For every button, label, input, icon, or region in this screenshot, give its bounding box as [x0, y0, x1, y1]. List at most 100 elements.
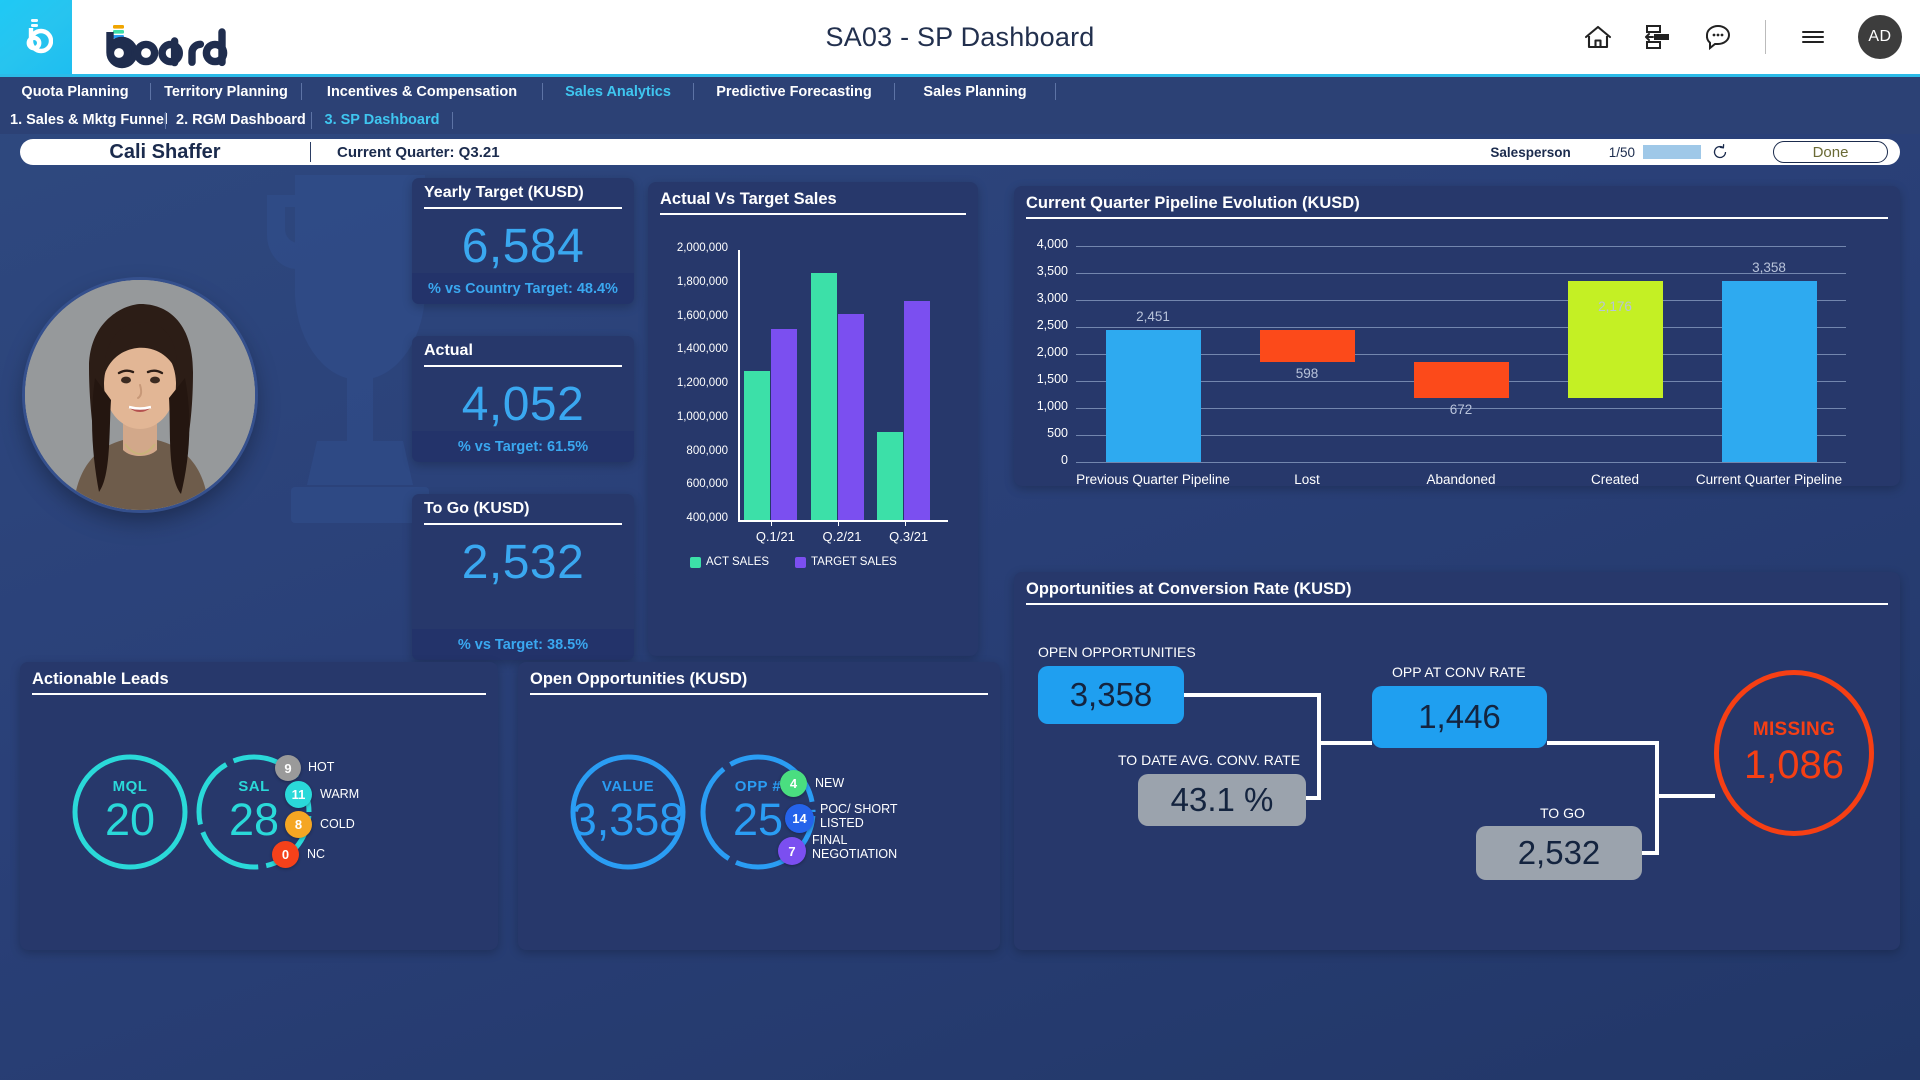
nav-secondary: 1. Sales & Mktg Funnel 2. RGM Dashboard … — [0, 106, 1920, 134]
bar[interactable] — [744, 370, 770, 520]
gridline — [1076, 246, 1846, 247]
donut-value-open-opportunities[interactable]: VALUE 3,358 — [566, 750, 690, 874]
kpi-card-actual: Actual 4,052 % vs Target: 61.5% — [412, 336, 634, 462]
legend-item[interactable]: ACT SALES — [690, 556, 769, 568]
y-axis-tick-label: 3,000 — [1036, 291, 1068, 305]
nav-item-sales-planning[interactable]: Sales Planning — [895, 84, 1055, 100]
y-axis-tick-label: 500 — [1047, 426, 1068, 440]
nav-divider — [452, 111, 453, 129]
waterfall-bar[interactable] — [1259, 329, 1355, 362]
opp-bubble-label-final-negotiation: FINAL NEGOTIATION — [812, 833, 930, 863]
bar[interactable] — [877, 432, 904, 520]
missing-indicator: MISSING 1,086 — [1714, 670, 1874, 836]
y-axis-tick-label: 600,000 — [686, 478, 728, 491]
donut-value: 20 — [104, 794, 156, 845]
selection-progress-bar[interactable] — [1643, 145, 1701, 159]
flow-box-open-opportunities[interactable]: 3,358 — [1038, 666, 1184, 724]
bar-value-label: 3,358 — [1752, 259, 1786, 275]
nav-item-predictive-forecasting[interactable]: Predictive Forecasting — [694, 84, 894, 100]
flow-box-opp-at-conv-rate[interactable]: 1,446 — [1372, 686, 1547, 748]
waterfall-bar[interactable] — [1567, 280, 1663, 399]
selection-position: 1/50 — [1608, 144, 1635, 160]
opp-bubble-label-line2: LISTED — [820, 816, 864, 830]
y-axis-tick-label: 2,000 — [1036, 345, 1068, 359]
done-button[interactable]: Done — [1773, 141, 1888, 163]
nav-item-incentives-compensation[interactable]: Incentives & Compensation — [302, 84, 542, 100]
avatar[interactable]: AD — [1858, 15, 1902, 59]
top-bar: SA03 - SP Dashboard AD — [0, 0, 1920, 74]
y-axis-tick-label: 0 — [1061, 453, 1068, 467]
y-axis-tick-label: 2,500 — [1036, 318, 1068, 332]
opp-bubble-label-line2: NEGOTIATION — [812, 847, 898, 861]
x-axis-tick — [904, 520, 906, 526]
bar[interactable] — [904, 300, 931, 520]
layout-panel-icon[interactable] — [1641, 20, 1675, 54]
y-axis-tick-label: 1,800,000 — [676, 275, 728, 288]
opp-bubble-new[interactable]: 4 — [780, 770, 807, 797]
opp-bubble-label-poc-shortlisted: POC/ SHORT LISTED — [820, 802, 930, 832]
y-axis-tick-label: 1,400,000 — [676, 343, 728, 356]
topbar-icon-group: AD — [1581, 0, 1902, 74]
lead-bubble-nc[interactable]: 0 — [272, 841, 299, 868]
nav-item-sales-analytics[interactable]: Sales Analytics — [543, 84, 693, 100]
nav-item-quota-planning[interactable]: Quota Planning — [0, 84, 150, 100]
lead-bubble-warm[interactable]: 11 — [285, 781, 312, 808]
salesperson-photo — [25, 280, 255, 510]
comment-icon[interactable] — [1701, 20, 1735, 54]
y-axis-tick-label: 1,000 — [1036, 399, 1068, 413]
legend-item[interactable]: TARGET SALES — [795, 556, 897, 568]
panel-rule — [530, 693, 988, 695]
x-axis-tick — [771, 520, 773, 526]
lead-bubble-cold[interactable]: 8 — [285, 811, 312, 838]
flow-caption-to-go: TO GO — [1540, 805, 1585, 821]
board-mark-icon — [26, 19, 53, 54]
waterfall-bar[interactable] — [1105, 329, 1201, 462]
lead-bubble-hot[interactable]: 9 — [275, 755, 301, 781]
nav-primary: Quota Planning Territory Planning Incent… — [0, 77, 1920, 106]
flow-connector — [1655, 741, 1659, 855]
bar[interactable] — [771, 329, 797, 520]
flow-box-to-go[interactable]: 2,532 — [1476, 826, 1642, 880]
panel-open-opportunities: Open Opportunities (KUSD) VALUE 3,358 OP… — [518, 662, 1000, 950]
panel-title: Actual Vs Target Sales — [660, 190, 837, 208]
y-axis-tick-label: 2,000,000 — [676, 242, 728, 254]
nav-item-territory-planning[interactable]: Territory Planning — [151, 84, 301, 100]
home-icon[interactable] — [1581, 20, 1615, 54]
dimension-label: Salesperson — [1490, 144, 1571, 160]
y-axis-line — [738, 250, 740, 520]
opp-bubble-final-negotiation[interactable]: 7 — [778, 837, 806, 865]
y-axis-tick-label: 1,600,000 — [676, 309, 728, 322]
bar-value-label: 598 — [1295, 365, 1319, 381]
selector-controls: Salesperson 1/50 Done — [1490, 141, 1900, 163]
lead-bubble-label-hot: HOT — [308, 760, 335, 774]
opp-bubble-poc-shortlisted[interactable]: 14 — [785, 804, 814, 833]
waterfall-bar[interactable] — [1413, 361, 1509, 399]
x-axis-tick — [838, 520, 839, 526]
flow-box-conv-rate[interactable]: 43.1 % — [1138, 774, 1306, 826]
hamburger-menu-icon[interactable] — [1796, 20, 1830, 54]
nav-item-sales-mktg-funnel[interactable]: 1. Sales & Mktg Funnel — [0, 112, 168, 128]
panel-rule — [1026, 603, 1888, 605]
board-wordmark — [104, 0, 232, 74]
donut-value: 3,358 — [571, 794, 685, 845]
nav-item-sp-dashboard[interactable]: 3. SP Dashboard — [312, 112, 452, 128]
bar[interactable] — [837, 314, 864, 520]
dashboard-root: SA03 - SP Dashboard AD Quota Planning Te… — [0, 0, 1920, 1080]
lead-bubble-label-nc: NC — [307, 847, 326, 861]
kpi-card-yearly-target: Yearly Target (KUSD) 6,584 % vs Country … — [412, 178, 634, 304]
kpi-title: To Go (KUSD) — [424, 500, 530, 517]
panel-rule — [1026, 217, 1888, 219]
x-axis-category-label: Previous Quarter Pipeline — [1076, 472, 1230, 487]
donut-mql[interactable]: MQL 20 — [68, 750, 192, 874]
pipeline-waterfall-chart: 4,000 3,500 3,000 2,500 2,000 1,500 1,000 500 0 2… — [1014, 222, 1900, 487]
waterfall-bar[interactable] — [1721, 280, 1817, 462]
board-logo-tile[interactable] — [0, 0, 72, 74]
bar[interactable] — [810, 272, 837, 520]
current-quarter-label: Current Quarter: Q3.21 — [337, 143, 500, 161]
nav-item-rgm-dashboard[interactable]: 2. RGM Dashboard — [166, 112, 311, 128]
panel-title: Current Quarter Pipeline Evolution (KUSD… — [1026, 194, 1360, 212]
refresh-icon[interactable] — [1711, 143, 1729, 161]
panel-conversion-rate: Opportunities at Conversion Rate (KUSD) … — [1014, 572, 1900, 950]
flow-connector — [1317, 741, 1372, 745]
donut-label: MQL — [112, 778, 148, 795]
